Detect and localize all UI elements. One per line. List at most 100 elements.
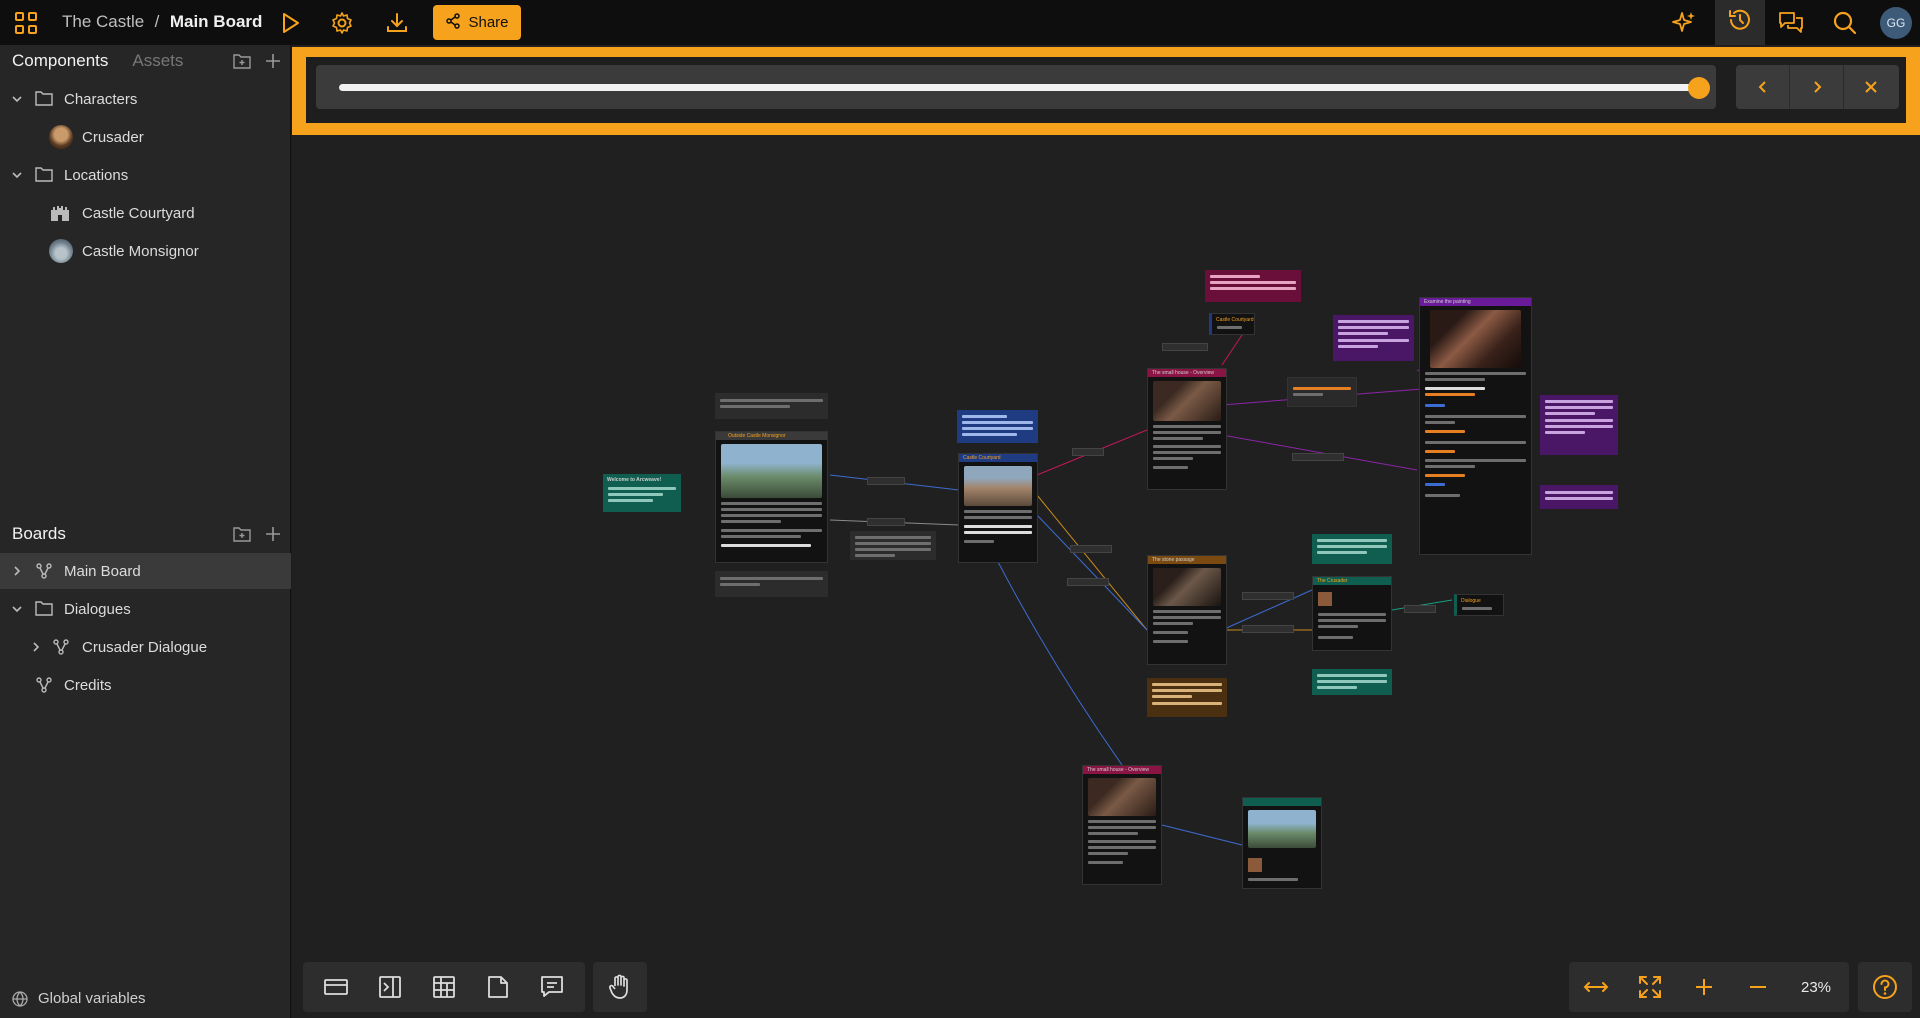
connection-label[interactable] [1072,448,1104,456]
component-castle-courtyard[interactable]: Castle Courtyard [0,195,291,231]
chevron-down-icon [12,606,22,613]
board-icon [53,639,69,655]
bottom-toolbar [303,962,647,1012]
element-small-house[interactable]: The small house - Overview [1147,368,1227,490]
tab-components[interactable]: Components [12,51,108,71]
tab-assets[interactable]: Assets [132,51,183,71]
crusader-thumbnail [49,125,73,149]
add-board-icon[interactable] [265,526,281,547]
grid-icon[interactable] [12,9,40,37]
courtyard-image [964,466,1032,506]
project-name[interactable]: The Castle [62,12,144,31]
board-canvas[interactable]: Welcome to Arcweave! Outside Castle Mons… [292,45,1920,1018]
global-variables-button[interactable]: Global variables [12,990,146,1007]
search-icon[interactable] [1831,9,1859,37]
jumper-castle-courtyard[interactable]: Castle Courtyard [1209,313,1255,335]
reference-hint-note[interactable] [1312,534,1392,564]
connections-hint-note[interactable] [850,531,936,560]
jumper-hint-note[interactable] [1205,270,1301,302]
board-label: Main Board [64,562,141,580]
castle-image [1248,810,1316,848]
component-label: Crusader [82,128,144,146]
house-image [1088,778,1156,816]
new-folder-icon[interactable] [233,526,251,547]
folder-locations[interactable]: Locations [0,157,291,193]
next-button[interactable] [1790,65,1844,109]
pan-button[interactable] [593,962,647,1012]
share-icon [445,12,461,33]
sparkle-icon[interactable] [1670,9,1698,37]
folder-characters[interactable]: Characters [0,81,291,117]
element-outside-castle[interactable]: Outside Castle Monsignor [715,431,828,563]
hint-note[interactable] [715,393,828,419]
element-small-house-bottom[interactable]: The small house - Overview [1082,765,1162,885]
welcome-note[interactable]: Welcome to Arcweave! [603,474,681,512]
zoom-out-button[interactable] [1731,962,1785,1012]
board-name[interactable]: Main Board [170,12,263,31]
history-slider[interactable] [316,65,1716,109]
help-button[interactable] [1858,962,1912,1012]
connection-label[interactable] [1067,578,1109,586]
slider-handle[interactable] [1688,77,1710,99]
comments-icon[interactable] [1777,9,1805,37]
zoom-level[interactable]: 23% [1785,979,1847,996]
code-snippet[interactable] [1287,377,1357,407]
connection-label[interactable] [1404,605,1436,613]
add-icon[interactable] [265,53,281,74]
component-castle-monsignor[interactable]: Castle Monsignor [0,233,291,269]
folder-dialogues[interactable]: Dialogues [0,591,291,627]
add-element-button[interactable] [309,962,363,1012]
component-crusader[interactable]: Crusader [0,119,291,155]
audio-hint-note[interactable] [1147,678,1227,717]
element-stone-passage[interactable]: The stone passage [1147,555,1227,665]
element-crusader[interactable]: The Crusader [1312,576,1392,651]
add-table-button[interactable] [417,962,471,1012]
connection-label[interactable] [1292,453,1344,461]
connection-label[interactable] [1070,545,1112,553]
chevron-right-icon [14,566,21,576]
fit-screen-button[interactable] [1623,962,1677,1012]
add-jumper-button[interactable] [363,962,417,1012]
connection-label[interactable] [1242,625,1294,633]
folder-label: Dialogues [64,600,131,618]
user-avatar[interactable]: GG [1880,7,1912,39]
new-folder-icon[interactable] [233,53,251,74]
board-crusader-dialogue[interactable]: Crusader Dialogue [0,629,291,665]
script-hint-note[interactable] [1333,315,1414,361]
element-greeting[interactable] [1242,797,1322,889]
close-icon [1865,81,1877,93]
close-button[interactable] [1844,65,1898,109]
board-icon [36,677,52,693]
connection-label[interactable] [867,518,905,526]
component-label: Castle Monsignor [82,242,199,260]
play-hint-note[interactable] [715,571,828,597]
connection-label[interactable] [1242,592,1294,600]
previous-button[interactable] [1736,65,1790,109]
comment-icon [541,976,563,997]
folder-label: Characters [64,90,138,108]
fit-width-button[interactable] [1569,962,1623,1012]
element-castle-courtyard[interactable]: Castle Courtyard [958,453,1038,563]
element-examine-painting[interactable]: Examine the painting [1419,297,1532,555]
board-main[interactable]: Main Board [0,553,291,589]
element-dialogue[interactable]: Dialogue [1454,594,1504,616]
folder-icon [35,601,53,616]
slider-fill [339,84,1699,91]
add-note-button[interactable] [471,962,525,1012]
history-button[interactable] [1715,0,1765,45]
components-hint-note[interactable] [1312,669,1392,695]
house-image [1153,381,1221,421]
boards-title: Boards [12,524,66,543]
download-icon[interactable] [383,9,411,37]
add-comment-button[interactable] [525,962,579,1012]
play-icon[interactable] [276,9,304,37]
show-hint-note[interactable] [1540,485,1618,509]
gear-icon[interactable] [328,9,356,37]
color-hint-note[interactable] [957,410,1038,443]
share-button[interactable]: Share [433,5,521,40]
board-credits[interactable]: Credits [0,667,291,703]
zoom-in-button[interactable] [1677,962,1731,1012]
argument-hint-note[interactable] [1540,395,1618,455]
connection-label[interactable] [867,477,905,485]
connection-label[interactable] [1162,343,1208,351]
